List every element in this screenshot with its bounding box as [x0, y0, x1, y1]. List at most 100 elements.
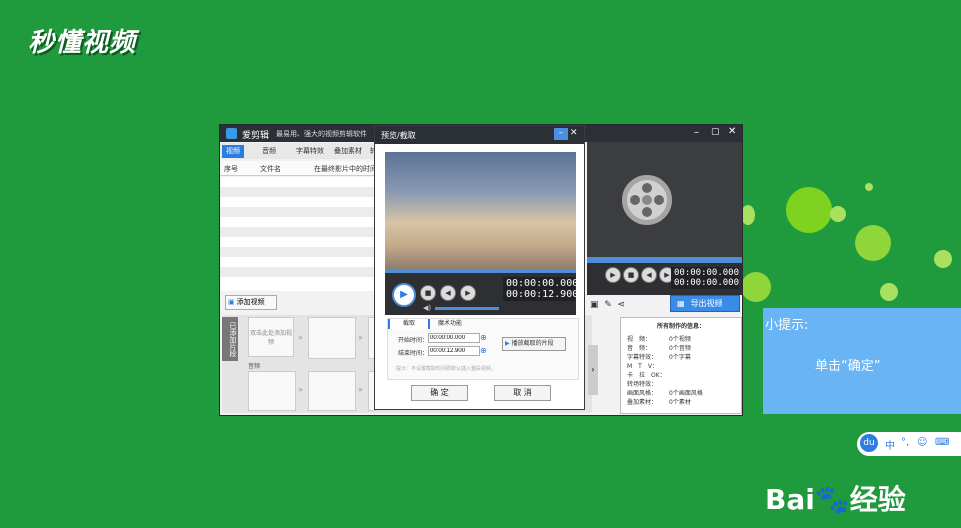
- edit-icon[interactable]: ✎: [604, 300, 612, 310]
- info-title: 所有制作的信息：: [656, 323, 705, 330]
- info-row: 卡 拉 OK：: [627, 370, 741, 379]
- hint-text: 提示：不设置截取时间即默认插入整段视频。: [396, 366, 497, 372]
- play-clip-button[interactable]: ▶ 播放截取的片段: [502, 337, 566, 351]
- list-item[interactable]: [220, 237, 380, 247]
- du-icon[interactable]: du: [860, 434, 878, 452]
- prev-frame-icon[interactable]: ◀: [641, 267, 657, 283]
- info-value: 0个画面风格: [669, 390, 703, 397]
- dialog-prev-icon[interactable]: ◀: [440, 285, 456, 301]
- deco-circle: [855, 225, 891, 261]
- end-time-label: 结束时间：: [398, 350, 429, 357]
- app-subtitle: 最易用、强大的视频剪辑软件: [276, 130, 367, 138]
- list-item[interactable]: [220, 257, 380, 267]
- zh-icon[interactable]: 中: [885, 437, 895, 452]
- ok-button[interactable]: 确 定: [411, 385, 468, 401]
- tip-body: 单击“确定”: [815, 359, 881, 374]
- cancel-button[interactable]: 取 消: [494, 385, 551, 401]
- minimize-icon[interactable]: –: [694, 127, 699, 138]
- stop-icon[interactable]: ■: [623, 267, 639, 283]
- audio-track-label: 音频: [248, 363, 261, 370]
- info-row: 画面风格： 0个画面风格: [627, 388, 741, 397]
- dialog-minimize-icon[interactable]: –: [554, 128, 568, 140]
- play-small-icon: ▶: [505, 340, 510, 347]
- arrow-icon: »: [298, 385, 303, 394]
- end-time-pick-icon[interactable]: ⊕: [480, 346, 487, 355]
- list-item[interactable]: [220, 217, 380, 227]
- preview-cut-dialog: 预览/截取 – ✕ ▶ ■ ◀ ▶ ◀) 00:00:00.000 00:00:…: [374, 125, 585, 410]
- deco-circle: [865, 183, 873, 191]
- tab-overlay[interactable]: 叠加素材: [330, 145, 366, 158]
- emoji-icon[interactable]: ☺: [917, 437, 927, 448]
- maximize-icon[interactable]: ▢: [711, 127, 720, 137]
- expand-arrow-icon[interactable]: ›: [588, 345, 598, 395]
- tab-subtitle[interactable]: 字幕特效: [292, 145, 328, 158]
- baidu-logo-text: Bai: [765, 483, 815, 516]
- deco-circle: [741, 205, 755, 225]
- info-value: 0个音频: [669, 345, 691, 352]
- app-title: 爱剪辑: [242, 131, 270, 141]
- info-key: 卡 拉 OK：: [627, 372, 666, 379]
- baidu-toolbar: du 中 °, ☺ ⌨: [857, 432, 961, 456]
- dialog-time-current: 00:00:00.000: [506, 278, 579, 289]
- list-item[interactable]: [220, 267, 380, 277]
- volume-slider[interactable]: [435, 307, 499, 310]
- list-item[interactable]: [220, 177, 380, 187]
- app-logo-icon: [226, 128, 237, 139]
- info-key: 叠加素材：: [627, 399, 658, 406]
- tab-cut[interactable]: 截取: [388, 319, 428, 329]
- list-item[interactable]: [220, 247, 380, 257]
- add-video-button[interactable]: ▣ 添加视频: [225, 295, 277, 310]
- list-item[interactable]: [220, 207, 380, 217]
- main-time-total: 00:00:00.000: [674, 278, 740, 288]
- keyboard-icon[interactable]: ⌨: [935, 437, 949, 448]
- arrow-icon: »: [358, 385, 363, 394]
- media-tabs: 视频 音频 字幕特效 叠加素材 转: [220, 143, 380, 159]
- close-icon[interactable]: ✕: [728, 126, 736, 137]
- timeline-side-label: 已添加片段: [222, 317, 238, 361]
- clip-slot[interactable]: 双击此处添加视频: [248, 317, 294, 357]
- dialog-titlebar: 预览/截取 – ✕: [375, 126, 584, 144]
- film-reel-icon: [622, 175, 672, 225]
- play-icon[interactable]: ▶: [605, 267, 621, 283]
- video-preview[interactable]: [385, 152, 576, 269]
- dialog-controls: ▶ ■ ◀ ▶ ◀) 00:00:00.000 00:00:12.900: [385, 273, 579, 315]
- list-item[interactable]: [220, 277, 380, 291]
- info-value: 0个字幕: [669, 354, 691, 361]
- deco-circle: [934, 250, 952, 268]
- list-item[interactable]: [220, 187, 380, 197]
- list-header: 序号 文件名 在最终影片中的时间: [220, 161, 380, 176]
- add-icon: ▣: [228, 298, 235, 306]
- tab-video[interactable]: 视频: [222, 145, 244, 158]
- list-item[interactable]: [220, 197, 380, 207]
- end-time-input[interactable]: [428, 346, 480, 356]
- tab-magic[interactable]: 魔术功能: [428, 319, 470, 329]
- main-time-display: 00:00:00.000 00:00:00.000: [671, 267, 739, 289]
- clip-slot[interactable]: [308, 317, 356, 359]
- audio-slot[interactable]: [308, 371, 356, 411]
- dialog-next-icon[interactable]: ▶: [460, 285, 476, 301]
- audio-slot[interactable]: [248, 371, 296, 411]
- volume-icon[interactable]: ◀): [423, 304, 431, 312]
- export-icon: ▦: [677, 299, 685, 308]
- list-item[interactable]: [220, 227, 380, 237]
- info-key: 视 频：: [627, 336, 652, 343]
- start-time-pick-icon[interactable]: ⊕: [480, 333, 487, 342]
- dialog-stop-icon[interactable]: ■: [420, 285, 436, 301]
- info-row: 转场特效：: [627, 379, 741, 388]
- main-preview: [587, 142, 742, 257]
- start-time-input[interactable]: [428, 333, 480, 343]
- col-time: 在最终影片中的时间: [314, 165, 377, 173]
- info-rows: 视 频： 0个视频音 频： 0个音频 字幕特效： 0个字幕 M T V： 卡 拉 OK： 转场…: [621, 334, 741, 406]
- export-button[interactable]: ▦ 导出视频: [670, 295, 740, 312]
- share-icon[interactable]: ⋖: [618, 300, 626, 310]
- save-icon[interactable]: ▣: [590, 300, 599, 310]
- tab-audio[interactable]: 音频: [258, 145, 280, 158]
- dialog-close-icon[interactable]: ✕: [570, 128, 578, 138]
- deco-circle: [830, 206, 846, 222]
- dialog-play-button[interactable]: ▶: [392, 283, 416, 307]
- info-panel: 所有制作的信息： 视 频： 0个视频音 频： 0个音频 字幕特效： 0个字幕 M T V：…: [620, 317, 742, 414]
- punct-icon[interactable]: °,: [901, 437, 909, 448]
- dialog-time-total: 00:00:12.900: [506, 289, 579, 300]
- dialog-title: 预览/截取: [381, 131, 416, 140]
- play-clip-label: 播放截取的片段: [511, 340, 554, 347]
